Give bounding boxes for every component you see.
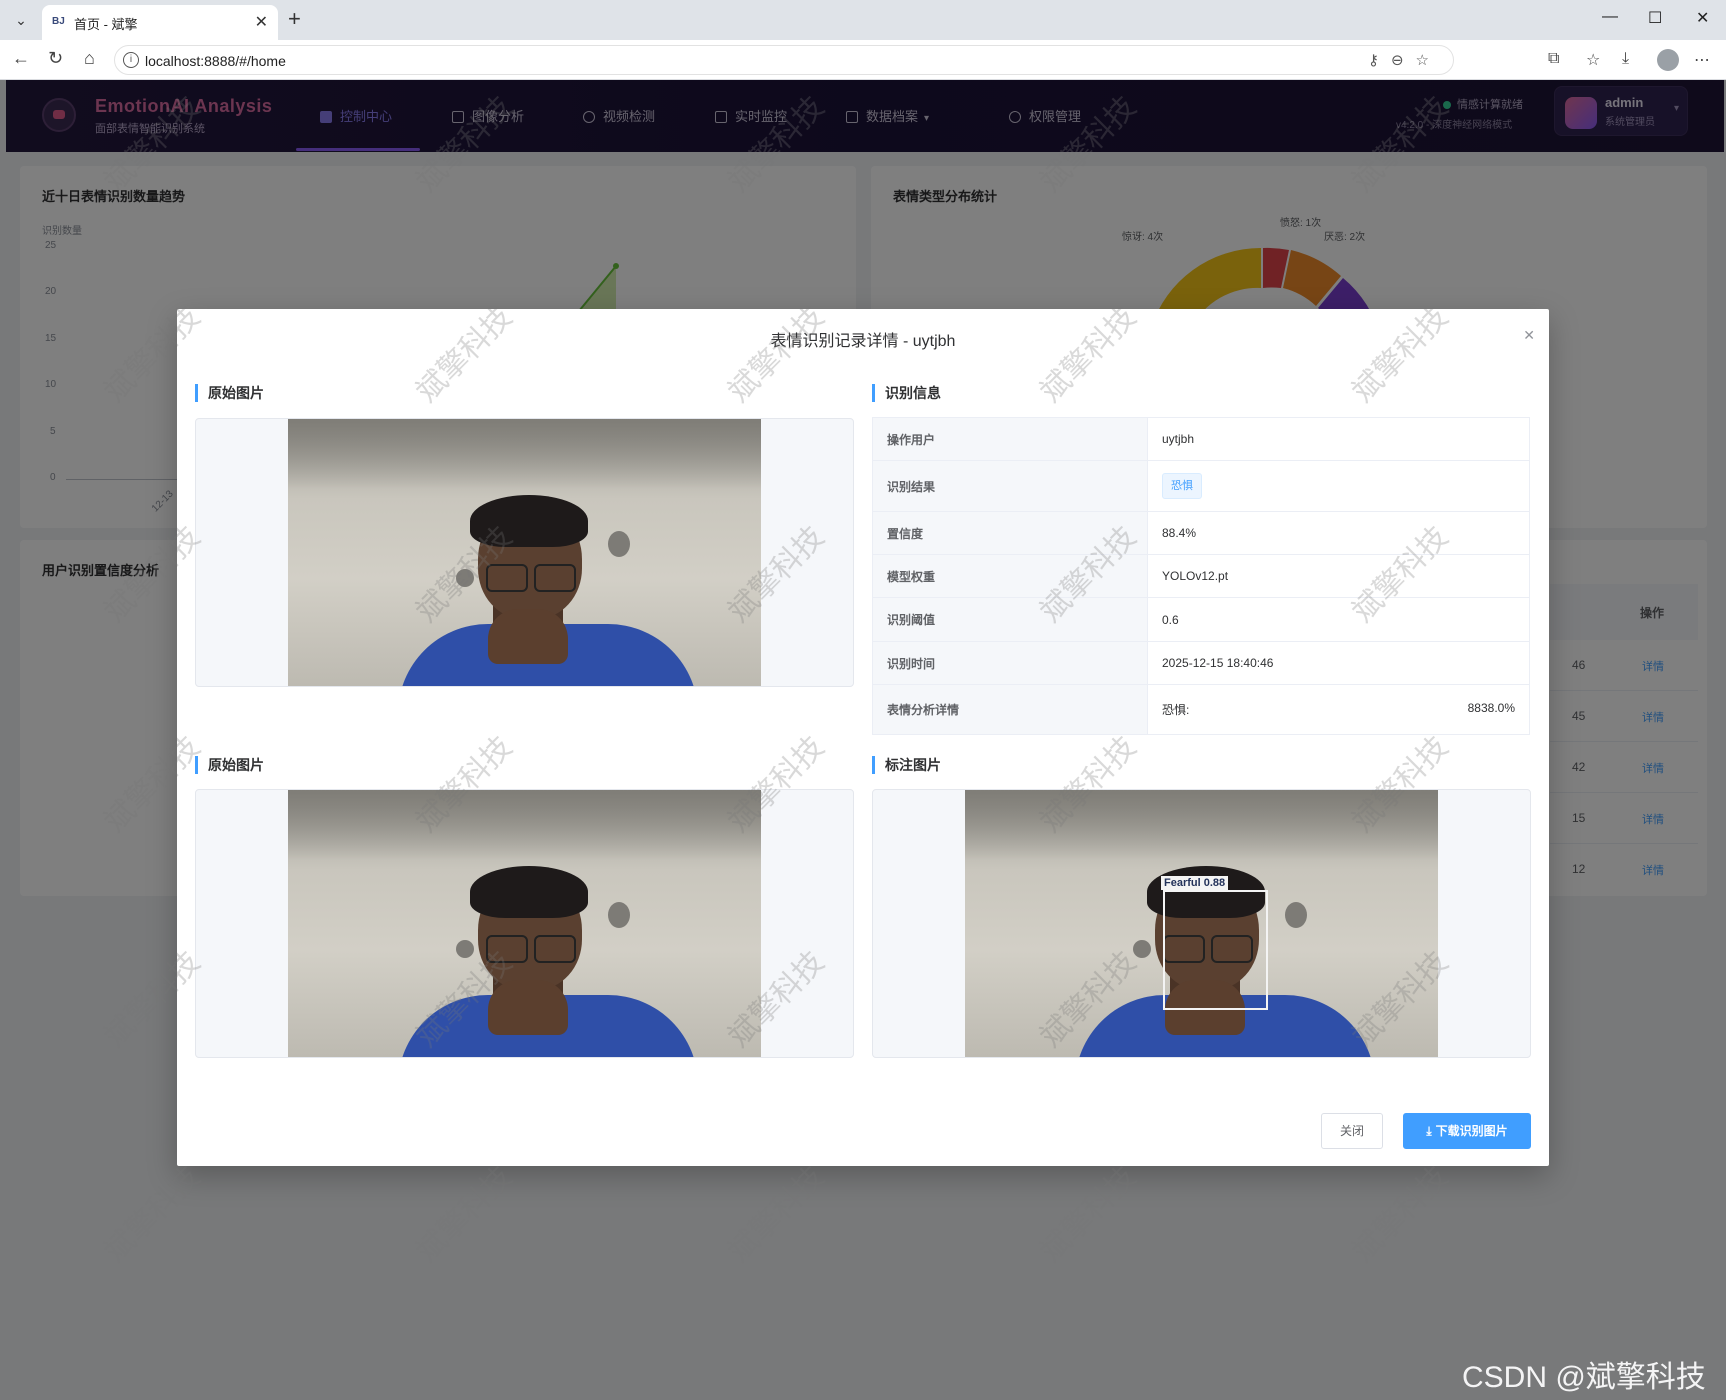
original-image-frame bbox=[195, 418, 854, 687]
back-arrow-icon[interactable]: ← bbox=[12, 48, 30, 69]
reload-icon[interactable]: ↻ bbox=[48, 48, 63, 69]
info-value-model: YOLOv12.pt bbox=[1147, 554, 1530, 598]
info-row: 操作用户 uytjbh bbox=[872, 417, 1530, 461]
info-table: 操作用户 uytjbh 识别结果 恐惧 置信度 88.4% 模型权重 YOLOv… bbox=[872, 417, 1530, 735]
detection-label: Fearful 0.88 bbox=[1161, 876, 1229, 890]
emotion-percent: 8838.0% bbox=[1467, 701, 1515, 715]
browser-tab[interactable]: BJ 首页 - 斌擎 ✕ bbox=[42, 5, 278, 40]
info-key: 识别结果 bbox=[872, 460, 1148, 512]
original-image-2[interactable] bbox=[288, 790, 761, 1057]
more-menu-icon[interactable]: ⋯ bbox=[1694, 50, 1710, 70]
window-close-icon[interactable]: ✕ bbox=[1696, 8, 1709, 28]
detection-box bbox=[1163, 890, 1268, 1010]
info-value-user: uytjbh bbox=[1147, 417, 1530, 461]
original-image[interactable] bbox=[288, 419, 761, 686]
section-title-info: 识别信息 bbox=[872, 384, 941, 402]
info-key: 表情分析详情 bbox=[872, 684, 1148, 735]
record-detail-dialog: 表情识别记录详情 - uytjbh ✕ 原始图片 识别信息 操作用户 uytjb… bbox=[177, 309, 1549, 1166]
section-title-original: 原始图片 bbox=[195, 384, 264, 402]
info-value-threshold: 0.6 bbox=[1147, 597, 1530, 642]
download-icon: ⤓ bbox=[1426, 1124, 1432, 1138]
info-row: 识别阈值 0.6 bbox=[872, 597, 1530, 642]
tab-title: 首页 - 斌擎 bbox=[74, 17, 138, 32]
original-image-frame-2 bbox=[195, 789, 854, 1058]
info-value-confidence: 88.4% bbox=[1147, 511, 1530, 555]
address-bar-icons[interactable]: ⚷⊖☆ bbox=[1368, 51, 1441, 69]
info-key: 操作用户 bbox=[872, 417, 1148, 461]
download-icon[interactable]: ⤓ bbox=[1622, 50, 1629, 68]
dialog-title: 表情识别记录详情 - uytjbh bbox=[770, 333, 956, 350]
address-bar[interactable]: i localhost:8888/#/home ⚷⊖☆ bbox=[114, 45, 1454, 75]
tab-list-chevron-icon[interactable]: ⌄ bbox=[8, 8, 34, 32]
csdn-watermark: CSDN @斌擎科技 bbox=[1462, 1361, 1706, 1394]
info-key: 识别阈值 bbox=[872, 597, 1148, 642]
home-icon[interactable]: ⌂ bbox=[84, 48, 95, 69]
info-row: 模型权重 YOLOv12.pt bbox=[872, 554, 1530, 598]
new-tab-plus-icon[interactable]: + bbox=[288, 6, 301, 32]
favorites-icon[interactable]: ☆ bbox=[1586, 50, 1600, 70]
download-image-button[interactable]: ⤓ 下载识别图片 bbox=[1403, 1113, 1531, 1149]
info-row: 置信度 88.4% bbox=[872, 511, 1530, 555]
result-tag: 恐惧 bbox=[1162, 473, 1202, 499]
info-value-time: 2025-12-15 18:40:46 bbox=[1147, 641, 1530, 685]
maximize-icon[interactable]: ☐ bbox=[1648, 8, 1662, 28]
info-row: 表情分析详情 恐惧: 8838.0% bbox=[872, 684, 1530, 735]
download-button-label: 下载识别图片 bbox=[1435, 1124, 1508, 1138]
close-icon[interactable]: ✕ bbox=[1523, 327, 1535, 344]
profile-avatar-icon[interactable] bbox=[1657, 49, 1679, 71]
tab-close-icon[interactable]: ✕ bbox=[255, 12, 268, 32]
info-key: 模型权重 bbox=[872, 554, 1148, 598]
annotated-image-frame: Fearful 0.88 bbox=[872, 789, 1531, 1058]
emotion-name: 恐惧: bbox=[1162, 703, 1190, 717]
extensions-icon[interactable]: ⧉ bbox=[1548, 50, 1559, 68]
info-key: 置信度 bbox=[872, 511, 1148, 555]
url-text[interactable]: localhost:8888/#/home bbox=[145, 53, 286, 69]
browser-tabbar: ⌄ BJ 首页 - 斌擎 ✕ + — ☐ ✕ bbox=[0, 0, 1726, 40]
info-key: 识别时间 bbox=[872, 641, 1148, 685]
info-row: 识别结果 恐惧 bbox=[872, 460, 1530, 512]
site-info-icon[interactable]: i bbox=[123, 52, 139, 68]
favicon-icon: BJ bbox=[52, 16, 65, 27]
section-title-annotated: 标注图片 bbox=[872, 756, 941, 774]
info-row: 识别时间 2025-12-15 18:40:46 bbox=[872, 641, 1530, 685]
browser-toolbar: ← ↻ ⌂ i localhost:8888/#/home ⚷⊖☆ ⧉ ☆ ⤓ … bbox=[0, 40, 1726, 80]
section-title-original-2: 原始图片 bbox=[195, 756, 264, 774]
annotated-image[interactable]: Fearful 0.88 bbox=[965, 790, 1438, 1057]
minimize-icon[interactable]: — bbox=[1602, 8, 1618, 26]
close-button[interactable]: 关闭 bbox=[1321, 1113, 1383, 1149]
